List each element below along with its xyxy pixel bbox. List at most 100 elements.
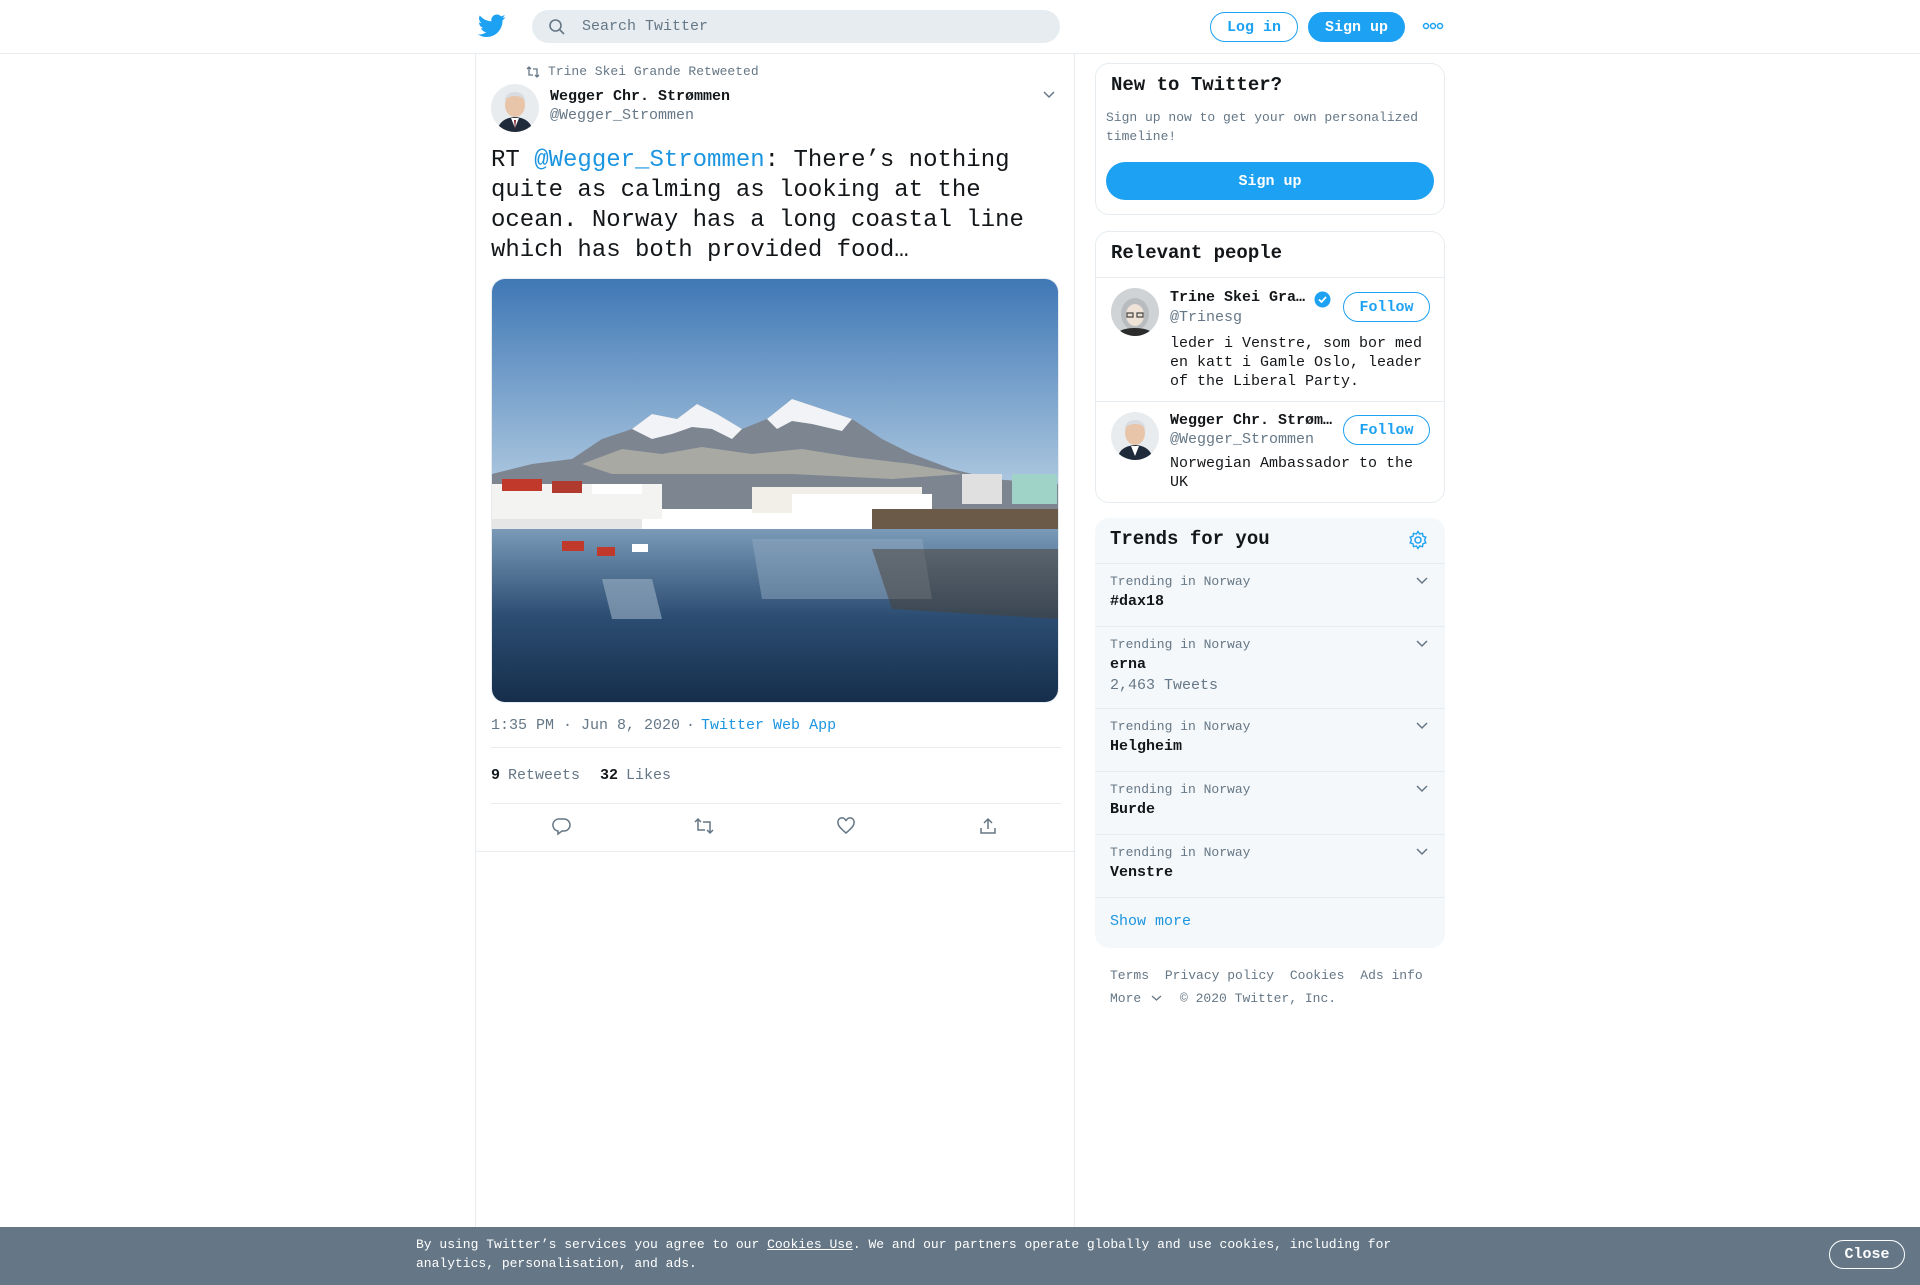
meta-separator: · <box>686 717 696 734</box>
cookie-text-before: By using Twitter’s services you agree to… <box>416 1237 768 1252</box>
tweet-meta: 1:35 PM · Jun 8, 2020 · Twitter Web App <box>491 717 836 734</box>
tweet-actions <box>491 816 1061 836</box>
person-handle[interactable]: @Trinesg <box>1170 309 1242 326</box>
footer-link-terms[interactable]: Terms <box>1110 968 1149 983</box>
trend-context: Trending in Norway <box>1110 782 1251 797</box>
person-handle[interactable]: @Wegger_Strommen <box>1170 431 1314 448</box>
trend-chevron-down-icon[interactable] <box>1415 721 1429 731</box>
person-item-wegger[interactable]: Wegger Chr. Strøm… @Wegger_Strommen Foll… <box>1096 401 1444 502</box>
trend-context: Trending in Norway <box>1110 574 1251 589</box>
stats-divider <box>491 803 1061 804</box>
copyright-text: © 2020 Twitter, Inc. <box>1180 991 1337 1006</box>
tweet-source-link[interactable]: Twitter Web App <box>701 717 836 734</box>
relevant-people-card: Relevant people Trine Skei Gra… @Trinesg… <box>1095 231 1445 503</box>
more-options-icon[interactable] <box>1422 18 1444 34</box>
likes-stat[interactable]: 32 Likes <box>600 767 671 784</box>
trend-name[interactable]: Burde <box>1110 801 1155 818</box>
meta-divider <box>491 747 1061 748</box>
sidebar-signup-button[interactable]: Sign up <box>1106 162 1434 200</box>
trend-item[interactable]: Trending in Norway Burde <box>1095 771 1445 834</box>
author-avatar[interactable] <box>491 84 539 132</box>
person-bio: Norwegian Ambassador to the UK <box>1170 455 1414 491</box>
retweeted-by-text: Trine Skei Grande Retweeted <box>548 64 759 79</box>
share-button[interactable] <box>917 816 1059 836</box>
reply-button[interactable] <box>491 816 633 836</box>
retweet-button[interactable] <box>633 816 775 836</box>
search-icon <box>549 19 565 35</box>
author-handle[interactable]: @Wegger_Strommen <box>550 107 694 124</box>
trend-chevron-down-icon[interactable] <box>1415 784 1429 794</box>
sidebar-footer: Terms Privacy policy Cookies Ads info Mo… <box>1110 964 1440 1010</box>
trends-title: Trends for you <box>1110 528 1270 550</box>
person-bio: leder i Venstre, som bor med en katt i G… <box>1170 335 1423 390</box>
person-name[interactable]: Trine Skei Gra… <box>1170 289 1310 306</box>
footer-link-privacy[interactable]: Privacy policy <box>1165 968 1274 983</box>
person-item-trinesg[interactable]: Trine Skei Gra… @Trinesg Follow leder i … <box>1096 277 1444 401</box>
person-avatar[interactable] <box>1111 288 1159 336</box>
tweet-photo[interactable] <box>491 278 1059 703</box>
trend-context: Trending in Norway <box>1110 637 1251 652</box>
retweets-count: 9 <box>491 767 501 784</box>
trend-context: Trending in Norway <box>1110 719 1251 734</box>
person-avatar-image <box>1111 412 1159 460</box>
cookies-use-link[interactable]: Cookies Use <box>767 1237 853 1252</box>
verified-badge-icon <box>1314 291 1331 308</box>
harbor-photo-image <box>492 279 1058 702</box>
trends-card: Trends for you Trending in Norway #dax18… <box>1095 518 1445 948</box>
trend-chevron-down-icon[interactable] <box>1415 576 1429 586</box>
signup-description: Sign up now to get your own personalized… <box>1106 110 1419 144</box>
top-bar: Log in Sign up <box>0 0 1920 54</box>
tweet-mention-link[interactable]: @Wegger_Strommen <box>534 147 764 174</box>
trend-context: Trending in Norway <box>1110 845 1251 860</box>
follow-button[interactable]: Follow <box>1343 415 1430 445</box>
trend-chevron-down-icon[interactable] <box>1415 639 1429 649</box>
tweet-timestamp[interactable]: 1:35 PM · Jun 8, 2020 <box>491 717 680 734</box>
likes-label: Likes <box>626 767 672 784</box>
like-button[interactable] <box>775 816 917 836</box>
trend-tweet-count: 2,463 Tweets <box>1110 677 1219 694</box>
chevron-down-icon <box>1151 995 1162 1001</box>
tweet-text: RT @Wegger_Strommen: There’s nothing qui… <box>491 146 1061 266</box>
cookie-text: By using Twitter’s services you agree to… <box>416 1235 1416 1273</box>
settings-gear-icon[interactable] <box>1408 530 1428 550</box>
author-name[interactable]: Wegger Chr. Strømmen <box>550 88 730 105</box>
tweet-menu-chevron-icon[interactable] <box>1042 90 1056 100</box>
trend-name[interactable]: erna <box>1110 656 1146 673</box>
column-divider <box>476 851 1074 852</box>
search-box[interactable] <box>532 10 1060 43</box>
show-more-link[interactable]: Show more <box>1110 913 1191 930</box>
footer-more-label: More <box>1110 991 1142 1006</box>
likes-count: 32 <box>600 767 619 784</box>
cookie-close-button[interactable]: Close <box>1829 1240 1905 1269</box>
retweets-stat[interactable]: 9 Retweets <box>491 767 580 784</box>
trend-chevron-down-icon[interactable] <box>1415 847 1429 857</box>
relevant-people-title: Relevant people <box>1111 242 1283 264</box>
footer-more-menu[interactable]: More <box>1110 991 1162 1006</box>
show-more-row: Show more <box>1095 897 1445 948</box>
retweet-icon <box>694 817 714 835</box>
trend-name[interactable]: #dax18 <box>1110 593 1164 610</box>
trend-item[interactable]: Trending in Norway erna 2,463 Tweets <box>1095 626 1445 708</box>
cookie-banner: By using Twitter’s services you agree to… <box>0 1227 1920 1285</box>
person-name[interactable]: Wegger Chr. Strøm… <box>1170 412 1335 429</box>
tweet-stats: 9 Retweets 32 Likes <box>491 767 671 784</box>
new-to-twitter-card: New to Twitter? Sign up now to get your … <box>1095 63 1445 215</box>
trend-item[interactable]: Trending in Norway #dax18 <box>1095 563 1445 626</box>
footer-link-ads-info[interactable]: Ads info <box>1360 968 1422 983</box>
person-avatar[interactable] <box>1111 412 1159 460</box>
login-button[interactable]: Log in <box>1210 12 1298 42</box>
twitter-logo-icon[interactable] <box>478 14 506 38</box>
author-avatar-image <box>491 84 539 132</box>
signup-button[interactable]: Sign up <box>1308 12 1405 42</box>
trend-item[interactable]: Trending in Norway Venstre <box>1095 834 1445 897</box>
tweet-text-prefix: RT <box>491 147 535 174</box>
like-icon <box>837 817 855 834</box>
trend-name[interactable]: Helgheim <box>1110 738 1182 755</box>
search-input[interactable] <box>582 10 1042 43</box>
reply-icon <box>552 818 571 836</box>
trend-name[interactable]: Venstre <box>1110 864 1173 881</box>
tweet-column: Trine Skei Grande Retweeted Wegger Chr. … <box>475 54 1075 1230</box>
footer-link-cookies[interactable]: Cookies <box>1290 968 1345 983</box>
follow-button[interactable]: Follow <box>1343 292 1430 322</box>
trend-item[interactable]: Trending in Norway Helgheim <box>1095 708 1445 771</box>
